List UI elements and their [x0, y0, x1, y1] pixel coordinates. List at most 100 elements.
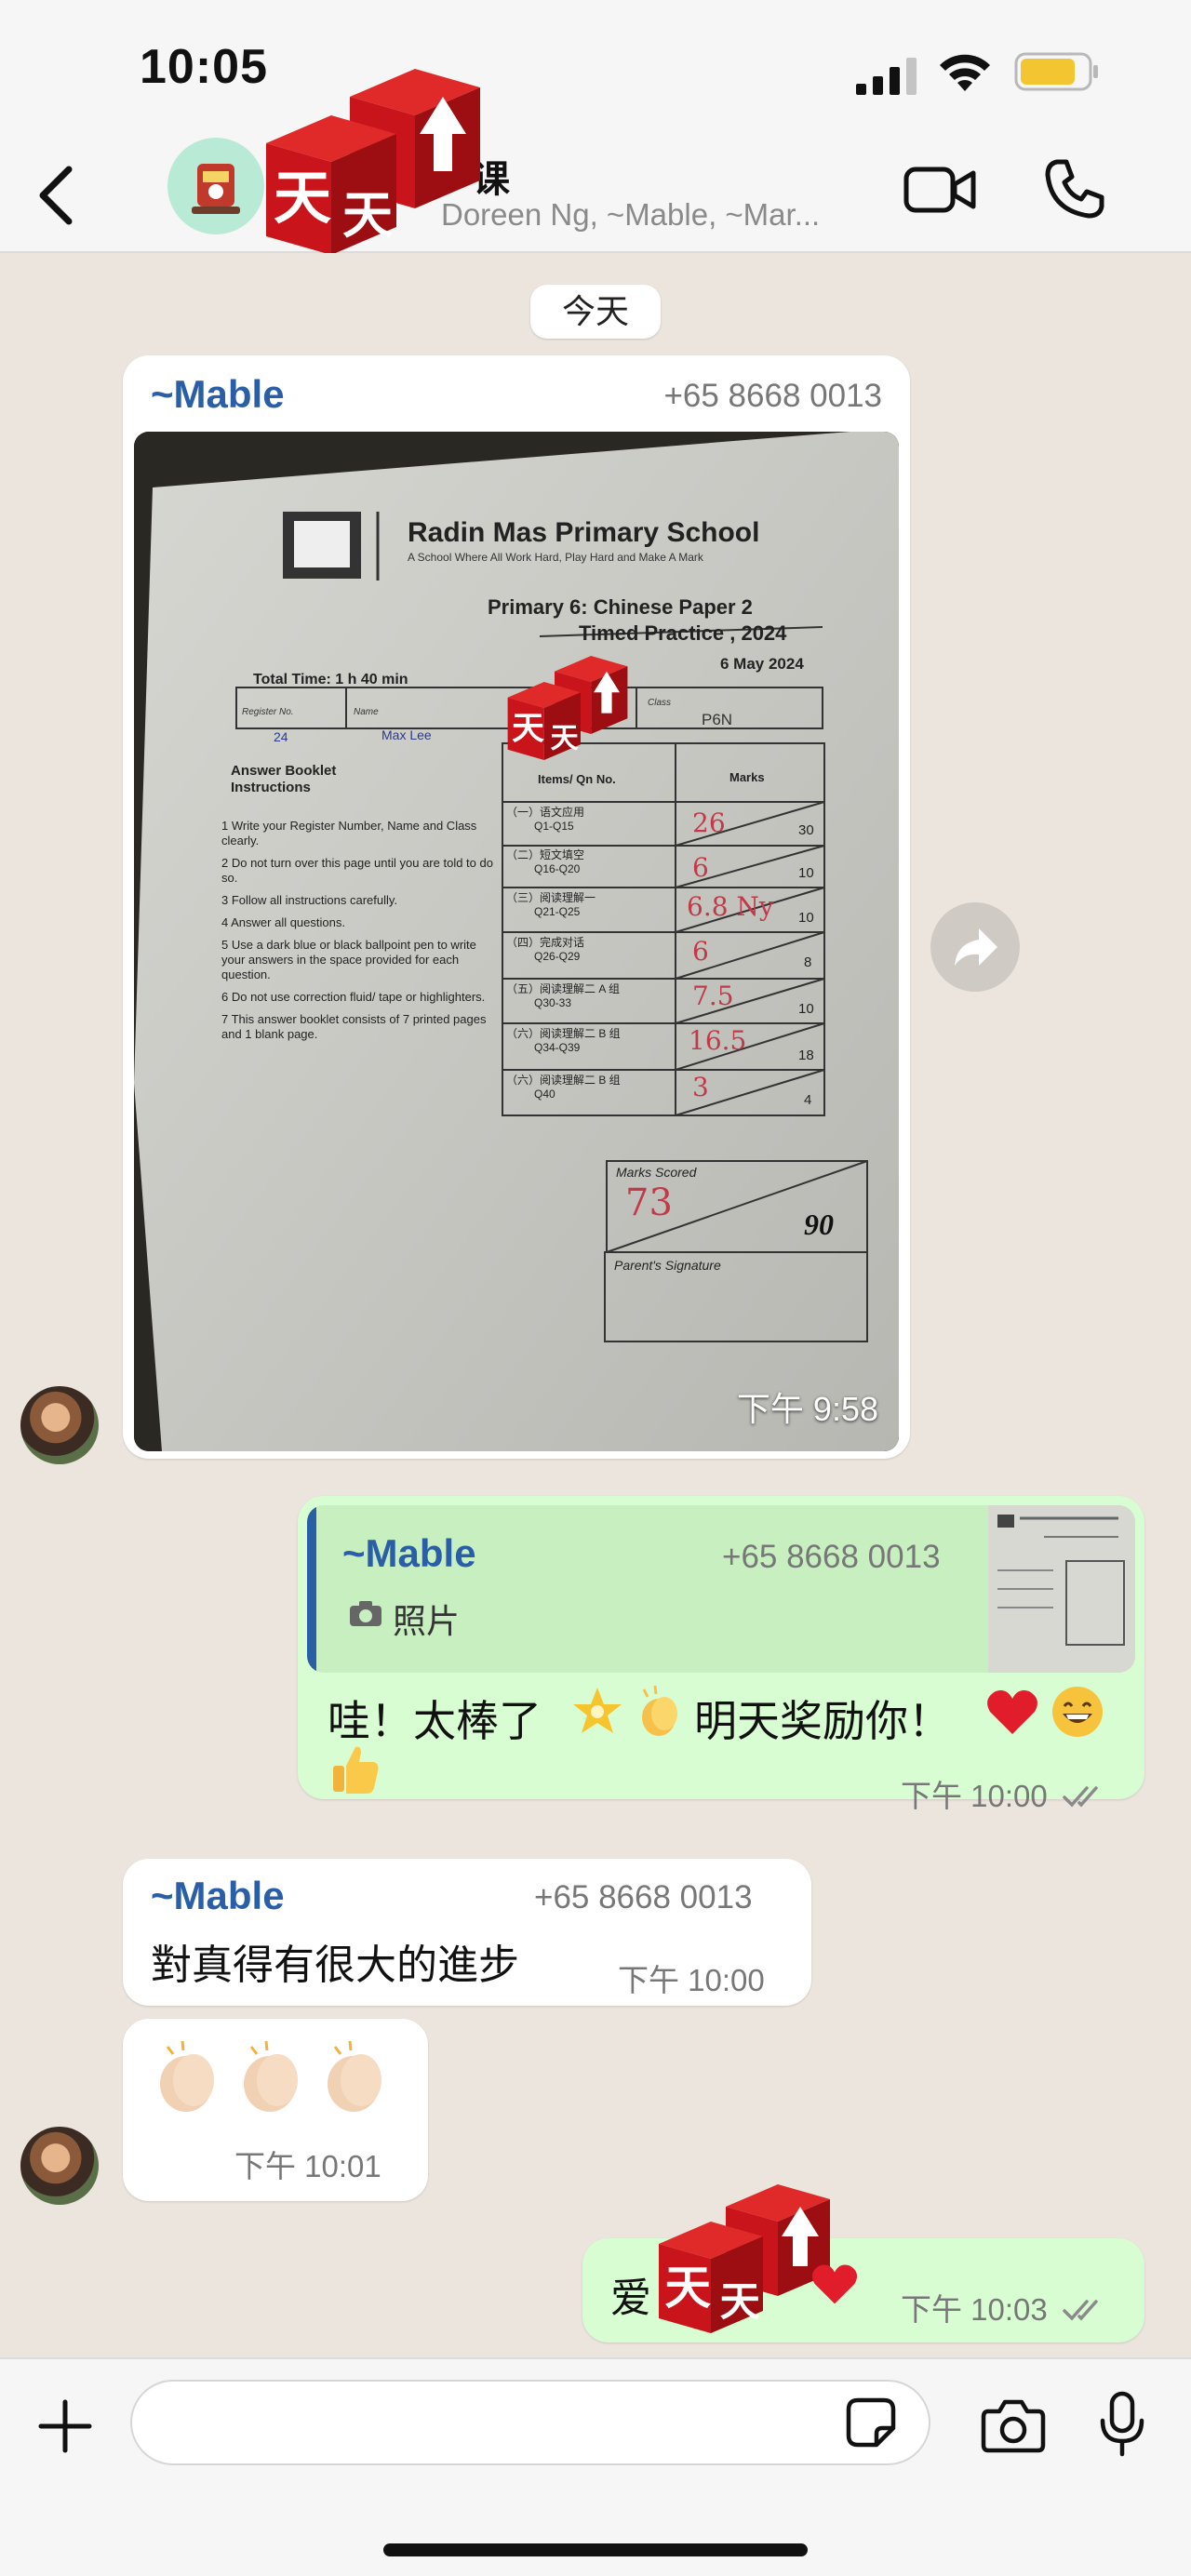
- sender-phone: +65 8668 0013: [534, 1879, 753, 1915]
- row-total: 4: [804, 1092, 812, 1108]
- instruction-item: 3 Follow all instructions carefully.: [221, 893, 398, 907]
- svg-text:天: 天: [664, 2261, 711, 2315]
- read-receipt-icon: [1063, 1786, 1098, 1808]
- instruction-item: 6 Do not use correction fluid/ tape or h…: [221, 990, 486, 1004]
- row-score: 16.5: [689, 1025, 747, 1056]
- score-row: （六）阅读理解二 B 组 Q40: [506, 1074, 674, 1101]
- svg-text:天: 天: [551, 723, 580, 755]
- score-row: （四）完成对话 Q26-Q29: [506, 936, 674, 964]
- row-section: （二）短文填空: [506, 848, 585, 861]
- paper-total-time: Total Time: 1 h 40 min: [253, 672, 408, 687]
- paper-name-label: Name: [354, 707, 379, 717]
- message-timestamp: 下午 10:03: [901, 2285, 1108, 2329]
- row-score: 6: [692, 936, 709, 967]
- sender-avatar[interactable]: [20, 1386, 99, 1464]
- row-total: 10: [798, 910, 814, 926]
- glowing-star-emoji: [573, 1688, 622, 1733]
- paper-name-value: Max Lee: [381, 727, 432, 742]
- instruction-item: 1 Write your Register Number, Name and C…: [221, 819, 477, 848]
- status-bar: 10:05: [0, 0, 1191, 140]
- message-text: 明天奖励你！: [694, 1696, 951, 1746]
- clapping-hands-emoji: [160, 2040, 381, 2112]
- chevron-left-icon[interactable]: [28, 158, 84, 233]
- svg-text:天: 天: [274, 164, 331, 232]
- paper-class-label: Class: [648, 698, 672, 708]
- row-total: 10: [798, 865, 814, 881]
- video-camera-icon[interactable]: [903, 160, 977, 220]
- message-text: 對真得有很大的進步: [151, 1942, 519, 1989]
- row-score: 6: [692, 852, 709, 883]
- group-avatar[interactable]: [167, 138, 264, 234]
- svg-text:天: 天: [512, 711, 544, 748]
- row-total: 10: [798, 1001, 814, 1017]
- timestamp-text: 下午 10:00: [901, 1779, 1048, 1813]
- row-section: （五）阅读理解二 A 组: [506, 982, 621, 995]
- row-score: 3: [692, 1072, 709, 1102]
- row-section: （三）阅读理解一: [506, 891, 596, 904]
- exam-paper-photo[interactable]: Radin Mas Primary School A School Where …: [134, 432, 899, 1451]
- row-qn: Q16-Q20: [534, 862, 581, 875]
- paper-motto: A School Where All Work Hard, Play Hard …: [408, 551, 703, 564]
- red-heart-emoji: [987, 1690, 1037, 1734]
- svg-text:天: 天: [342, 186, 393, 245]
- paper-date: 6 May 2024: [720, 655, 804, 673]
- instruction-item: 5 Use a dark blue or black ballpoint pen…: [221, 938, 476, 981]
- row-score: 6.8 Ny: [687, 891, 774, 922]
- message-timestamp: 下午 10:00: [618, 1963, 765, 1997]
- quote-phone: +65 8668 0013: [722, 1539, 941, 1575]
- phone-icon[interactable]: [1042, 156, 1107, 221]
- score-row: （三）阅读理解一 Q21-Q25: [506, 891, 674, 919]
- home-indicator: [383, 2543, 808, 2556]
- wifi-icon: [940, 54, 990, 91]
- row-total: 18: [798, 1048, 814, 1063]
- sender-name[interactable]: ~Mable: [151, 372, 285, 417]
- marks-scored-label: Marks Scored: [616, 1165, 697, 1180]
- row-qn: Q26-Q29: [534, 950, 581, 963]
- row-score: 7.5: [692, 981, 734, 1011]
- message-text: 爱: [610, 2275, 651, 2322]
- message-timestamp: 下午 10:00: [901, 1771, 1108, 1816]
- marks-scored-value: 73: [625, 1181, 673, 1224]
- row-total: 8: [804, 954, 812, 970]
- quote-thumbnail: [988, 1505, 1135, 1673]
- quoted-message[interactable]: ~Mable +65 8668 0013 照片: [307, 1505, 1135, 1673]
- read-receipt-icon: [1063, 2300, 1098, 2321]
- row-section: （六）阅读理解二 B 组: [506, 1027, 621, 1040]
- message-text: 哇！太棒了: [328, 1696, 542, 1746]
- score-row: （六）阅读理解二 B 组 Q34-Q39: [506, 1027, 674, 1055]
- paper-class-value: P6N: [702, 711, 733, 728]
- row-score: 26: [692, 808, 726, 838]
- message-input-bar: [0, 2357, 1191, 2576]
- message-input[interactable]: [130, 2380, 930, 2465]
- microphone-icon[interactable]: [1098, 2391, 1146, 2458]
- instruction-item: 7 This answer booklet consists of 7 prin…: [221, 1012, 487, 1041]
- chat-area[interactable]: 今天 ~Mable +65 8668 0013 Radin Mas Primar…: [0, 253, 1191, 2357]
- camera-icon[interactable]: [981, 2396, 1046, 2454]
- tiantian-logo-stamp: 天 天: [507, 656, 628, 760]
- instruction-item: 2 Do not turn over this page until you a…: [221, 856, 493, 885]
- score-row: （一）语文应用 Q1-Q15: [506, 806, 674, 834]
- score-row: （二）短文填空 Q16-Q20: [506, 848, 674, 876]
- text-message-bubble[interactable]: ~Mable +65 8668 0013 對真得有很大的進步 下午 10:00: [123, 1859, 811, 2006]
- row-section: （一）语文应用: [506, 806, 585, 819]
- battery-icon: [1014, 52, 1098, 91]
- plus-icon[interactable]: [35, 2396, 95, 2456]
- forward-arrow-icon: [955, 928, 997, 966]
- paper-instructions-title: Answer Booklet Instructions: [231, 763, 337, 795]
- tiantian-logo-stamp: 天 天: [266, 69, 480, 255]
- sender-avatar[interactable]: [20, 2127, 99, 2205]
- paper-instructions: 1 Write your Register Number, Name and C…: [221, 819, 501, 1042]
- sender-name[interactable]: ~Mable: [151, 1874, 285, 1918]
- group-members[interactable]: Doreen Ng, ~Mable, ~Mar...: [441, 197, 820, 233]
- sticker-icon[interactable]: [845, 2396, 897, 2449]
- forward-button[interactable]: [930, 902, 1020, 992]
- thumbs-up-emoji: [333, 1746, 379, 1794]
- row-qn: Q1-Q15: [534, 820, 574, 833]
- emoji-message-bubble[interactable]: 下午 10:01: [123, 2019, 428, 2201]
- instruction-item: 4 Answer all questions.: [221, 915, 345, 929]
- clapping-hands-emoji: [642, 1685, 677, 1736]
- sender-phone: +65 8668 0013: [663, 378, 882, 414]
- row-qn: Q21-Q25: [534, 905, 581, 918]
- paper-reg-value: 24: [274, 729, 288, 744]
- camera-small-icon: [350, 1601, 381, 1626]
